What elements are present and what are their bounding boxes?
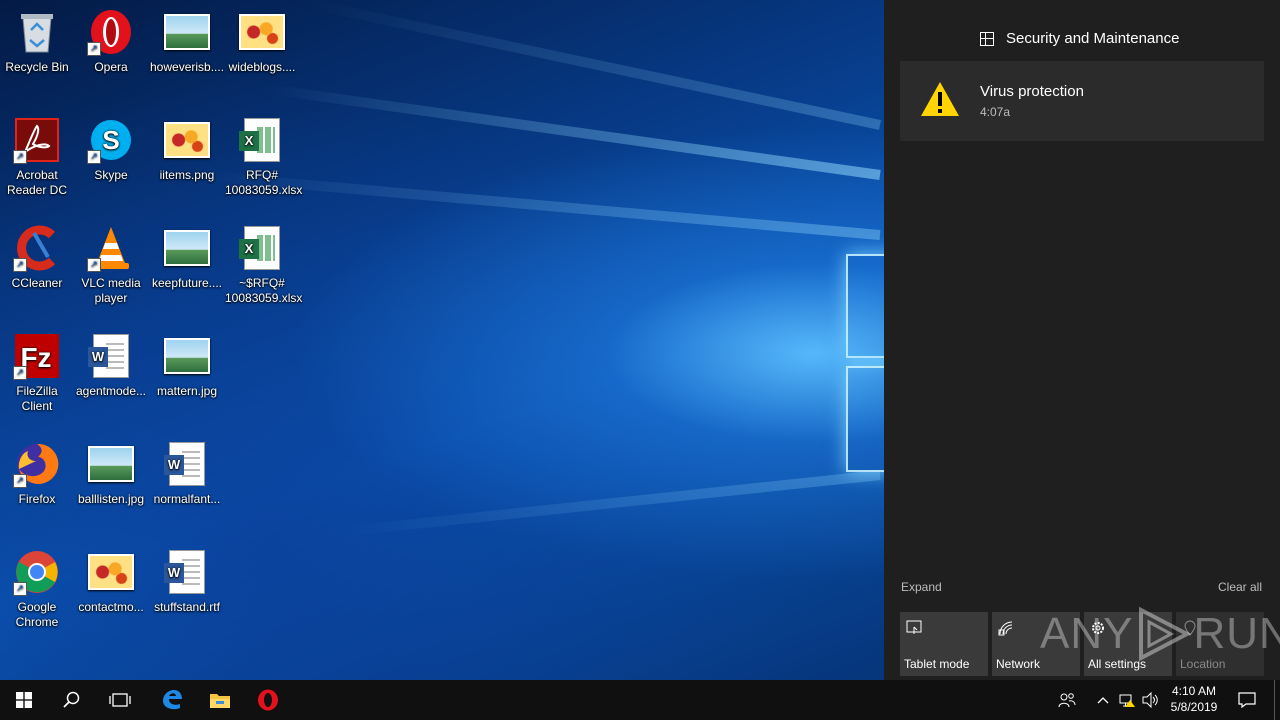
desktop-icon-file-agentmode[interactable]: W agentmode... bbox=[74, 332, 148, 399]
action-center-panel: Security and Maintenance Virus protectio… bbox=[884, 0, 1280, 680]
clock-date: 5/8/2019 bbox=[1170, 700, 1218, 714]
desktop-icon-file-howeverisb[interactable]: howeverisb.... bbox=[150, 8, 224, 75]
shortcut-arrow-icon: ↗ bbox=[13, 474, 27, 488]
warning-icon bbox=[921, 82, 959, 116]
image-file-icon bbox=[87, 548, 135, 596]
filezilla-icon: Fz ↗ bbox=[13, 332, 61, 380]
quick-action-label: Network bbox=[996, 657, 1041, 671]
desktop-icon-file-temp-rfq[interactable]: X ~$RFQ# 10083059.xlsx bbox=[225, 224, 302, 306]
acrobat-icon: ↗ bbox=[13, 116, 61, 164]
file-explorer-icon bbox=[210, 694, 230, 708]
shortcut-arrow-icon: ↗ bbox=[87, 258, 101, 272]
ccleaner-icon: ↗ bbox=[13, 224, 61, 272]
anyrun-watermark: ANY RUN bbox=[1040, 606, 1280, 662]
shortcut-arrow-icon: ↗ bbox=[13, 258, 27, 272]
desktop-icon-file-keepfuture[interactable]: keepfuture.... bbox=[150, 224, 224, 291]
desktop-icon-acrobat[interactable]: ↗ Acrobat Reader DC bbox=[0, 116, 74, 198]
clock-time: 4:10 AM bbox=[1171, 684, 1217, 698]
task-view-icon bbox=[109, 693, 131, 707]
desktop-icon-file-wideblogs[interactable]: wideblogs.... bbox=[225, 8, 299, 75]
expand-button[interactable]: Expand bbox=[901, 580, 942, 594]
taskbar-clock[interactable]: 4:10 AM 5/8/2019 bbox=[1160, 683, 1228, 715]
chevron-up-icon bbox=[1097, 697, 1109, 704]
notification-title: Virus protection bbox=[980, 83, 1084, 100]
excel-file-icon: X bbox=[238, 224, 286, 272]
desktop-icon-opera[interactable]: ↗ Opera bbox=[74, 8, 148, 75]
notification-card[interactable]: Virus protection 4:07a bbox=[900, 61, 1264, 141]
shortcut-arrow-icon: ↗ bbox=[13, 582, 27, 596]
desktop-icon-file-balllisten[interactable]: balllisten.jpg bbox=[74, 440, 148, 507]
shortcut-arrow-icon: ↗ bbox=[87, 150, 101, 164]
watermark-text-right: RUN bbox=[1193, 609, 1280, 658]
notification-icon bbox=[1238, 692, 1256, 708]
search-button[interactable] bbox=[48, 680, 96, 720]
taskbar-opera[interactable] bbox=[244, 680, 292, 720]
tablet-mode-icon bbox=[906, 620, 922, 634]
shortcut-arrow-icon: ↗ bbox=[13, 366, 27, 380]
image-file-icon bbox=[163, 224, 211, 272]
firefox-icon: ↗ bbox=[13, 440, 61, 488]
shortcut-arrow-icon: ↗ bbox=[13, 150, 27, 164]
show-desktop-button[interactable] bbox=[1274, 680, 1280, 720]
network-icon bbox=[998, 621, 1013, 636]
desktop-icon-chrome[interactable]: ↗ Google Chrome bbox=[0, 548, 74, 630]
desktop-icon-filezilla[interactable]: Fz ↗ FileZilla Client bbox=[0, 332, 74, 414]
desktop-icon-file-mattern[interactable]: mattern.jpg bbox=[150, 332, 224, 399]
image-file-icon bbox=[163, 332, 211, 380]
shortcut-arrow-icon: ↗ bbox=[87, 42, 101, 56]
vlc-icon: ↗ bbox=[87, 224, 135, 272]
task-view-button[interactable] bbox=[96, 680, 144, 720]
image-file-icon bbox=[163, 116, 211, 164]
clear-all-button[interactable]: Clear all bbox=[1218, 580, 1262, 594]
show-hidden-icons-button[interactable] bbox=[1092, 680, 1114, 720]
chrome-icon: ↗ bbox=[13, 548, 61, 596]
word-file-icon: W bbox=[163, 548, 211, 596]
desktop-icon-vlc[interactable]: ↗ VLC media player bbox=[74, 224, 148, 306]
opera-icon bbox=[258, 689, 278, 711]
desktop-icon-file-normalfant[interactable]: W normalfant... bbox=[150, 440, 224, 507]
taskbar-file-explorer[interactable] bbox=[196, 680, 244, 720]
people-button[interactable] bbox=[1054, 680, 1080, 720]
excel-file-icon: X bbox=[238, 116, 286, 164]
volume-button[interactable] bbox=[1140, 680, 1162, 720]
volume-icon bbox=[1142, 692, 1158, 708]
network-tray-button[interactable] bbox=[1116, 680, 1138, 720]
network-warning-icon bbox=[1119, 694, 1135, 707]
desktop-icon-file-iitems[interactable]: iitems.png bbox=[150, 116, 224, 183]
notification-group-title: Security and Maintenance bbox=[1006, 30, 1180, 47]
search-icon bbox=[63, 691, 80, 708]
notification-group-header[interactable]: Security and Maintenance bbox=[980, 30, 1179, 47]
image-file-icon bbox=[238, 8, 286, 56]
word-file-icon: W bbox=[87, 332, 135, 380]
action-center-button[interactable] bbox=[1232, 680, 1262, 720]
desktop-icon-file-stuffstand[interactable]: W stuffstand.rtf bbox=[150, 548, 224, 615]
image-file-icon bbox=[87, 440, 135, 488]
taskbar-edge[interactable] bbox=[148, 680, 196, 720]
desktop-icon-ccleaner[interactable]: ↗ CCleaner bbox=[0, 224, 74, 291]
skype-icon: S ↗ bbox=[87, 116, 135, 164]
notification-time: 4:07a bbox=[980, 105, 1011, 119]
desktop-icon-recycle-bin[interactable]: Recycle Bin bbox=[0, 8, 74, 75]
play-logo-icon bbox=[1139, 606, 1192, 662]
image-file-icon bbox=[163, 8, 211, 56]
edge-icon bbox=[163, 690, 182, 710]
desktop-icon-file-contactmo[interactable]: contactmo... bbox=[74, 548, 148, 615]
opera-icon: ↗ bbox=[87, 8, 135, 56]
start-button[interactable] bbox=[0, 680, 48, 720]
desktop-icon-skype[interactable]: S ↗ Skype bbox=[74, 116, 148, 183]
desktop-icon-file-rfq[interactable]: X RFQ# 10083059.xlsx bbox=[225, 116, 302, 198]
desktop-icon-firefox[interactable]: ↗ Firefox bbox=[0, 440, 74, 507]
quick-action-label: Tablet mode bbox=[904, 657, 970, 671]
windows-start-icon bbox=[16, 692, 32, 708]
recycle-bin-icon bbox=[13, 8, 61, 56]
svg-text:S: S bbox=[102, 125, 119, 155]
quick-action-tablet-mode[interactable]: Tablet mode bbox=[900, 612, 988, 676]
word-file-icon: W bbox=[163, 440, 211, 488]
taskbar: 4:10 AM 5/8/2019 bbox=[0, 680, 1280, 720]
watermark-text-left: ANY bbox=[1040, 609, 1134, 658]
people-icon bbox=[1058, 693, 1076, 708]
security-maintenance-icon bbox=[980, 31, 994, 46]
